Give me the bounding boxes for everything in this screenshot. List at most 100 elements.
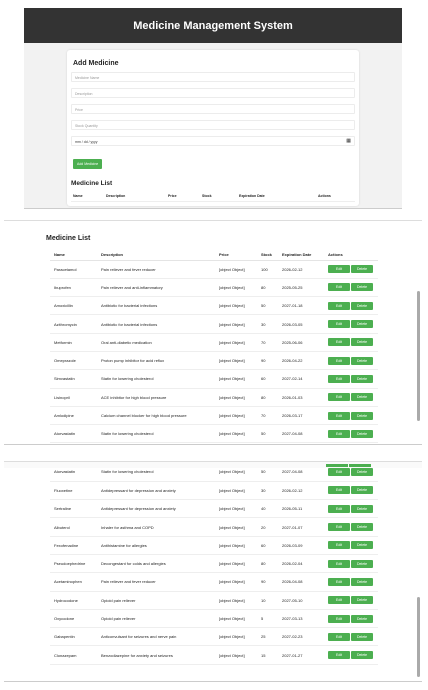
delete-button[interactable]: Delete [351,523,373,532]
col-actions: Actions [324,250,378,261]
medicine-stock: 40 [257,499,278,519]
delete-button[interactable]: Delete [351,541,373,550]
row-actions: Edit Delete [324,296,378,316]
medicine-name: Clonazepam [50,645,97,665]
medicine-price: [object Object] [215,645,257,665]
stock-quantity-input[interactable]: Stock Quantity [71,120,355,130]
edit-button[interactable]: Edit [328,577,350,586]
col-description: Description [106,194,126,198]
row-actions: Edit Delete [324,278,378,298]
edit-button[interactable]: Edit [328,651,350,660]
edit-button[interactable]: Edit [328,320,350,329]
delete-button[interactable]: Delete [351,283,373,292]
medicine-price: [object Object] [215,424,257,444]
delete-button[interactable]: Delete [351,338,373,347]
delete-button[interactable]: Delete [351,393,373,402]
medicine-description: Pain reliever and anti-inflammatory [97,278,215,298]
medicine-expiration: 2027-04-08 [278,463,324,482]
delete-button[interactable]: Delete [351,301,373,310]
table-row: Paracetamol Pain reliever and fever reduc… [50,260,378,279]
medicine-name: Fexofenadine [50,536,97,555]
edit-button[interactable]: Edit [328,523,350,532]
table-body: Atorvastatin Statin for lowering choleste… [50,463,378,665]
table-row: Atorvastatin Statin for lowering choleste… [50,424,378,444]
medicine-expiration: 2026-04-22 [278,351,324,371]
edit-button[interactable]: Edit [328,393,350,402]
medicine-price: [object Object] [215,536,257,555]
edit-button[interactable]: Edit [328,356,350,365]
edit-button[interactable]: Edit [328,411,350,420]
delete-button[interactable]: Delete [351,320,373,329]
delete-button[interactable]: Delete [351,559,373,568]
edit-button[interactable]: Edit [328,338,350,347]
col-price: Price [215,250,257,261]
edit-button[interactable]: Edit [328,596,350,605]
medicine-name-input[interactable]: Medicine Name [71,72,355,82]
delete-button[interactable]: Delete [351,614,373,623]
screen-list-top: Medicine List Name Description Price Sto… [4,220,422,445]
medicine-name: Atorvastatin [50,424,97,444]
delete-button[interactable]: Delete [351,486,373,495]
edit-button[interactable]: Edit [328,374,350,383]
medicine-expiration: 2026-04-08 [278,572,324,592]
medicine-expiration: 2027-01-27 [278,645,324,665]
table-row: Omeprazole Proton pump inhibitor for acid… [50,351,378,371]
medicine-name: Lisinopril [50,388,97,407]
col-stock: Stock [202,194,212,198]
medicine-name: Omeprazole [50,351,97,371]
edit-button[interactable]: Edit [328,429,350,438]
delete-button[interactable]: Delete [351,356,373,365]
edit-button[interactable]: Edit [328,301,350,310]
delete-button[interactable]: Delete [351,467,373,476]
price-input[interactable]: Price [71,104,355,114]
delete-button[interactable]: Delete [351,577,373,586]
col-actions: Actions [318,194,331,198]
delete-button[interactable]: Delete [351,429,373,438]
row-actions: Edit Delete [324,517,378,537]
edit-button[interactable]: Edit [328,614,350,623]
edit-button[interactable]: Edit [328,541,350,550]
edit-button[interactable]: Edit [328,504,350,513]
medicine-stock: 80 [257,278,278,298]
medicine-stock: 30 [257,481,278,501]
edit-button[interactable]: Edit [328,265,350,274]
edit-button[interactable]: Edit [328,632,350,641]
edit-button[interactable]: Edit [328,467,350,476]
delete-button[interactable]: Delete [351,504,373,513]
table-header-row: Name Description Price Stock Expiration … [50,250,378,261]
col-price: Price [168,194,177,198]
add-medicine-button[interactable]: Add Medicine [73,159,103,169]
medicine-stock: 50 [257,296,278,316]
edit-button[interactable]: Edit [328,283,350,292]
description-input[interactable]: Description [71,88,355,98]
table-body: Paracetamol Pain reliever and fever reduc… [50,260,378,444]
expiration-date-input[interactable]: mm / dd / yyyy ▦ [71,136,355,146]
medicine-description: ACE inhibitor for high blood pressure [97,388,215,407]
medicine-expiration: 2025-05-25 [278,278,324,298]
medicine-description: Calcium channel blocker for high blood p… [97,406,215,426]
delete-button[interactable]: Delete [351,632,373,641]
delete-button[interactable]: Delete [351,651,373,660]
scrollbar-thumb[interactable] [417,291,420,421]
medicine-description: Benzodiazepine for anxiety and seizures [97,645,215,665]
medicine-price: [object Object] [215,333,257,352]
delete-button[interactable]: Delete [351,265,373,274]
medicine-name: Sertraline [50,499,97,519]
form-title: Add Medicine [73,60,119,67]
table-row: Azithromycin Antibiotic for bacterial inf… [50,314,378,334]
medicine-stock: 25 [257,627,278,647]
edit-button[interactable]: Edit [328,559,350,568]
delete-button[interactable]: Delete [351,374,373,383]
medicine-stock: 90 [257,351,278,371]
medicine-stock: 80 [257,388,278,407]
medicine-name: Acetaminophen [50,572,97,592]
calendar-icon[interactable]: ▦ [346,138,351,144]
delete-button[interactable]: Delete [351,596,373,605]
medicine-expiration: 2026-02-12 [278,481,324,501]
table-row: Amlodipine Calcium channel blocker for hi… [50,406,378,426]
scrollbar-thumb[interactable] [417,597,420,677]
delete-button[interactable]: Delete [351,411,373,420]
edit-button[interactable]: Edit [328,486,350,495]
medicine-stock: 50 [257,463,278,482]
medicine-description: Statin for lowering cholesterol [97,463,215,482]
